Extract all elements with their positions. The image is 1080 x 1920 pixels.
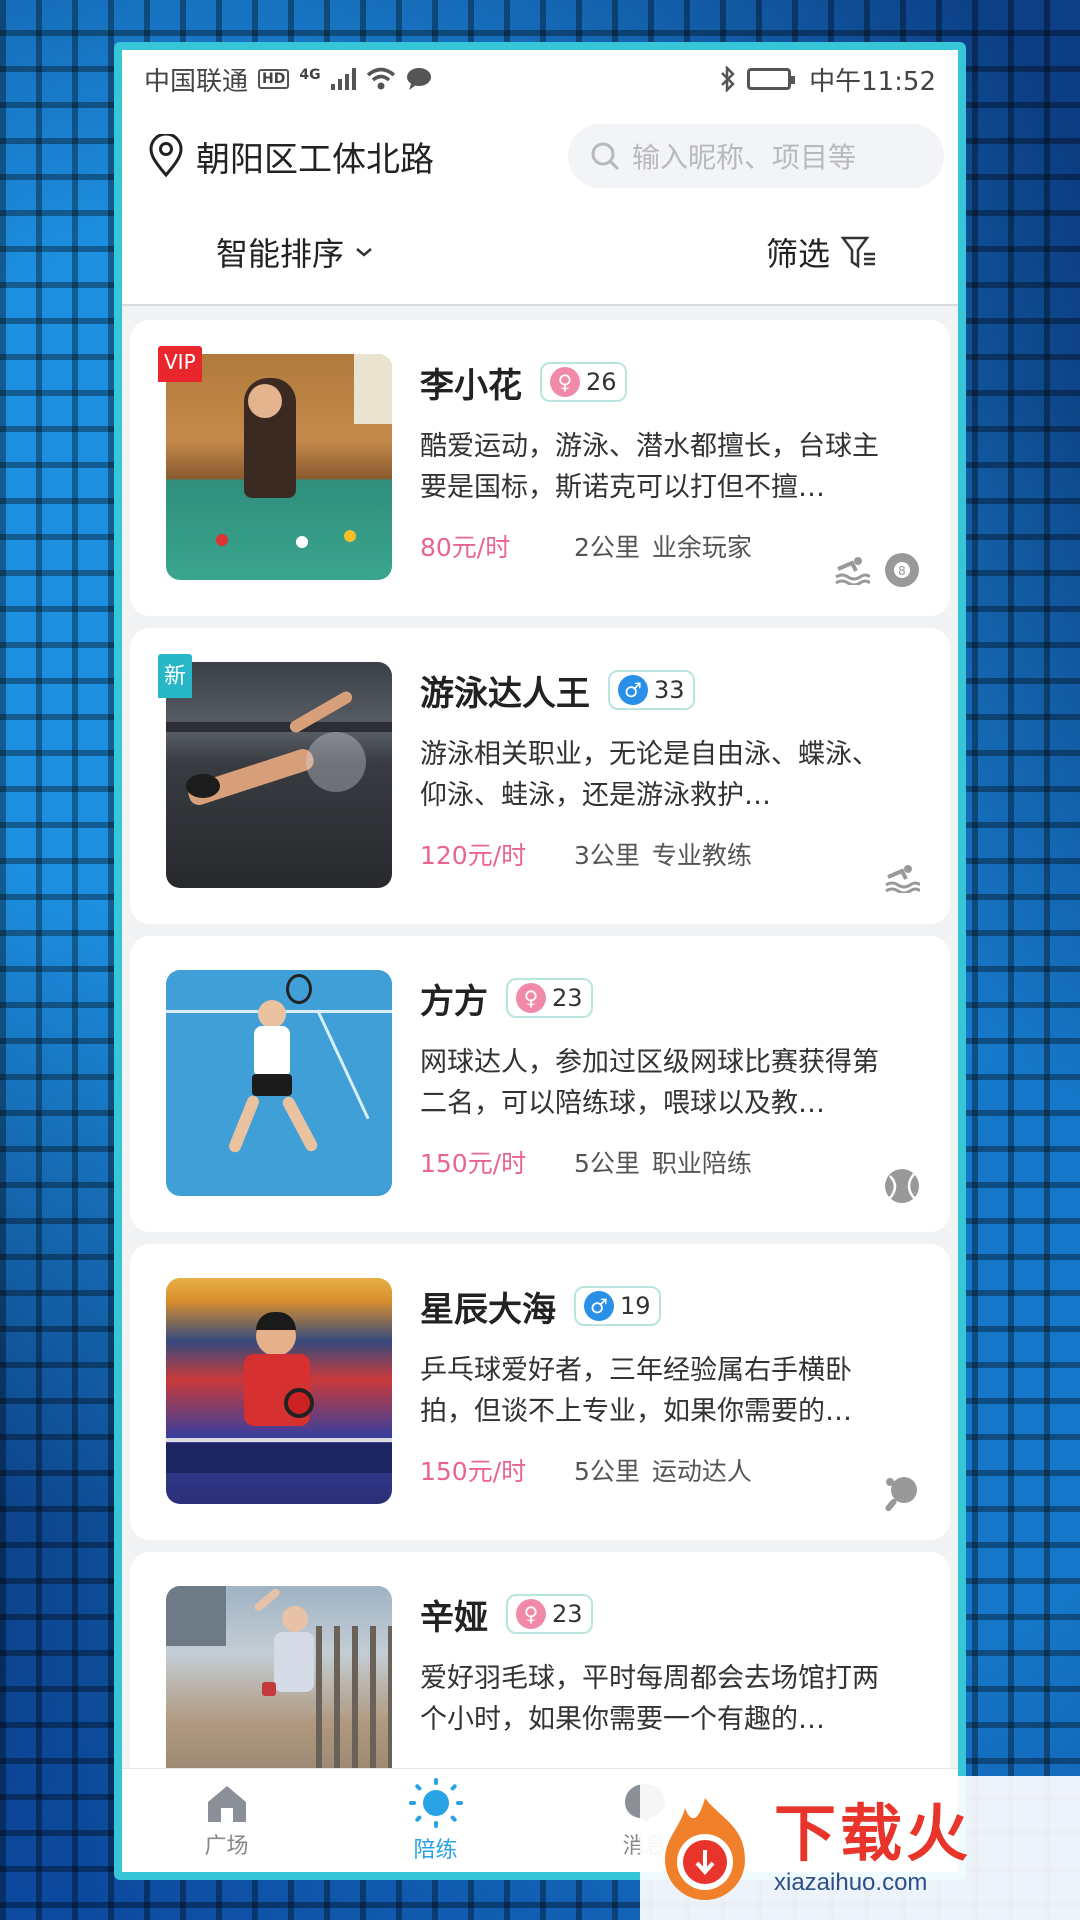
female-icon: ♀ (516, 1599, 546, 1629)
search-input[interactable]: 输入昵称、项目等 (568, 124, 944, 188)
wifi-icon (366, 67, 395, 90)
bluetooth-icon (721, 66, 735, 92)
age-text: 33 (654, 676, 685, 704)
coach-card[interactable]: 方方 ♀ 23 网球达人，参加过区级网球比赛获得第二名，可以陪练球，喂球以及教…… (130, 936, 950, 1232)
coach-list: VIP 李小花 ♀ 26 酷爱运动，游泳、潜水都擅长，台球主要是国标，斯诺克可以… (122, 306, 958, 1848)
coach-card[interactable]: 星辰大海 ♂ 19 乒乓球爱好者，三年经验属右手横卧拍，但谈不上专业，如果你需要… (130, 1244, 950, 1540)
location-pin-icon (149, 134, 183, 178)
distance: 5公里 (574, 1457, 640, 1486)
distance: 3公里 (574, 841, 640, 870)
hd-badge: HD (258, 69, 290, 89)
age-badge: ♀ 26 (540, 362, 627, 402)
battery-icon (747, 68, 796, 90)
age-text: 19 (620, 1292, 651, 1320)
swimming-icon (884, 860, 920, 896)
coach-card[interactable]: VIP 李小花 ♀ 26 酷爱运动，游泳、潜水都擅长，台球主要是国标，斯诺克可以… (130, 320, 950, 616)
app-screen: 中国联通 HD 4G 中午11:52 朝阳区工体北路 输入昵称、项目等 智能排序… (122, 50, 958, 1872)
age-badge: ♀ 23 (506, 1594, 593, 1634)
coach-name: 李小花 (420, 365, 522, 406)
clock: 中午11:52 (809, 66, 936, 97)
tennis-icon (884, 1168, 920, 1204)
sport-icons (884, 1476, 920, 1512)
vip-badge: VIP (158, 346, 202, 382)
price: 120元/时 (420, 841, 527, 870)
signal-icon (330, 68, 356, 90)
filter-icon (840, 236, 875, 269)
sport-icons (884, 860, 920, 896)
coach-photo (166, 1278, 392, 1504)
age-badge: ♂ 19 (574, 1286, 661, 1326)
age-badge: ♀ 23 (506, 978, 593, 1018)
table-tennis-icon (884, 1476, 920, 1512)
swimming-icon (834, 552, 870, 588)
location-text: 朝阳区工体北路 (196, 139, 434, 180)
sort-dropdown[interactable]: 智能排序 (216, 229, 374, 275)
age-badge: ♂ 33 (608, 670, 695, 710)
level: 运动达人 (651, 1457, 752, 1486)
male-icon: ♂ (584, 1291, 614, 1321)
age-text: 23 (552, 1600, 583, 1628)
sport-icons (884, 1168, 920, 1204)
home-icon (207, 1785, 246, 1822)
sun-icon (408, 1777, 463, 1828)
coach-card[interactable]: 新 游泳达人王 ♂ 33 游泳相关职业，无论是自由泳、蝶泳、仰泳、蛙泳，还是游泳… (130, 628, 950, 924)
female-icon: ♀ (516, 983, 546, 1013)
watermark-en: xiazaihuo.com (774, 1869, 928, 1896)
sort-label: 智能排序 (216, 235, 345, 273)
billiards-icon: 8 (884, 552, 920, 588)
distance: 2公里 (574, 533, 640, 562)
price: 150元/时 (420, 1457, 527, 1486)
coach-name: 辛娅 (420, 1597, 488, 1638)
fire-download-logo (665, 1798, 745, 1900)
search-icon (591, 142, 620, 171)
filter-button[interactable]: 筛选 (766, 229, 878, 275)
tab-label: 陪练 (413, 1837, 458, 1863)
phone-frame: 中国联通 HD 4G 中午11:52 朝阳区工体北路 输入昵称、项目等 智能排序… (114, 42, 966, 1880)
price: 150元/时 (420, 1149, 527, 1178)
coach-name: 游泳达人王 (420, 673, 590, 714)
location-selector[interactable]: 朝阳区工体北路 (148, 132, 434, 181)
svg-text:8: 8 (898, 564, 906, 578)
coach-description: 网球达人，参加过区级网球比赛获得第二名，可以陪练球，喂球以及教… (420, 1047, 879, 1119)
coach-description: 爱好羽毛球，平时每周都会去场馆打两个小时，如果你需要一个有趣的… (420, 1663, 879, 1735)
coach-description: 游泳相关职业，无论是自由泳、蝶泳、仰泳、蛙泳，还是游泳救护… (420, 739, 879, 811)
network-label: 4G (299, 66, 321, 83)
coach-photo (166, 354, 392, 580)
tab-training[interactable]: 陪练 (331, 1769, 540, 1872)
location-row: 朝阳区工体北路 输入昵称、项目等 (122, 108, 958, 204)
coach-description: 酷爱运动，游泳、潜水都擅长，台球主要是国标，斯诺克可以打但不擅… (420, 431, 879, 503)
female-icon: ♀ (550, 367, 580, 397)
filter-label: 筛选 (765, 235, 830, 273)
coach-name: 星辰大海 (420, 1289, 556, 1330)
chevron-down-icon (356, 248, 372, 257)
age-text: 26 (586, 368, 617, 396)
level: 业余玩家 (651, 533, 752, 562)
sport-icons: 8 (834, 552, 920, 588)
level: 职业陪练 (651, 1149, 752, 1178)
tab-square[interactable]: 广场 (122, 1769, 331, 1872)
male-icon: ♂ (618, 675, 648, 705)
top-bar: 中国联通 HD 4G 中午11:52 朝阳区工体北路 输入昵称、项目等 智能排序… (122, 50, 958, 306)
coach-name: 方方 (420, 981, 488, 1022)
filter-row: 智能排序 筛选 (122, 204, 958, 300)
distance: 5公里 (574, 1149, 640, 1178)
age-text: 23 (552, 984, 583, 1012)
watermark-cn: 下载火 (774, 1797, 973, 1870)
chat-bubble-icon (406, 68, 431, 90)
tab-label: 广场 (204, 1833, 249, 1859)
coach-photo (166, 662, 392, 888)
coach-description: 乒乓球爱好者，三年经验属右手横卧拍，但谈不上专业，如果你需要的… (420, 1355, 852, 1427)
level: 专业教练 (651, 841, 752, 870)
status-bar: 中国联通 HD 4G 中午11:52 (122, 50, 958, 108)
carrier-label: 中国联通 (144, 66, 249, 97)
price: 80元/时 (420, 533, 511, 562)
coach-photo (166, 970, 392, 1196)
site-watermark: 下载火 xiazaihuo.com (640, 1776, 1080, 1920)
search-placeholder: 输入昵称、项目等 (632, 141, 857, 174)
new-badge: 新 (158, 654, 193, 698)
